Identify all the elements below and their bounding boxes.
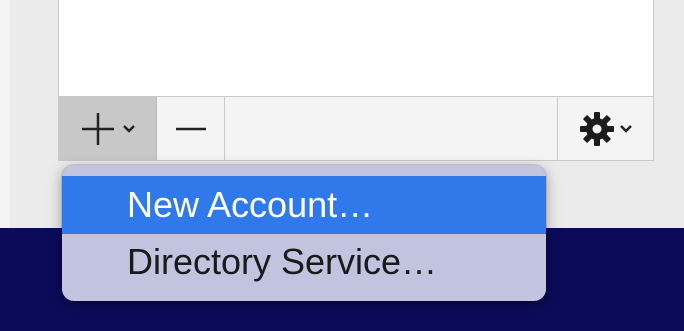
minus-icon	[175, 126, 207, 132]
action-menu-button[interactable]	[557, 97, 653, 160]
gear-icon	[579, 111, 615, 147]
plus-icon	[80, 111, 116, 147]
menu-item-directory-service[interactable]: Directory Service…	[62, 234, 546, 290]
add-account-dropdown-menu: New Account… Directory Service…	[62, 165, 546, 301]
list-toolbar	[58, 97, 654, 161]
chevron-down-icon	[619, 124, 633, 134]
remove-account-button[interactable]	[157, 97, 225, 160]
chevron-down-icon	[122, 124, 136, 134]
add-account-button[interactable]	[59, 97, 157, 160]
accounts-list[interactable]	[58, 0, 654, 97]
menu-item-new-account[interactable]: New Account…	[62, 176, 546, 234]
